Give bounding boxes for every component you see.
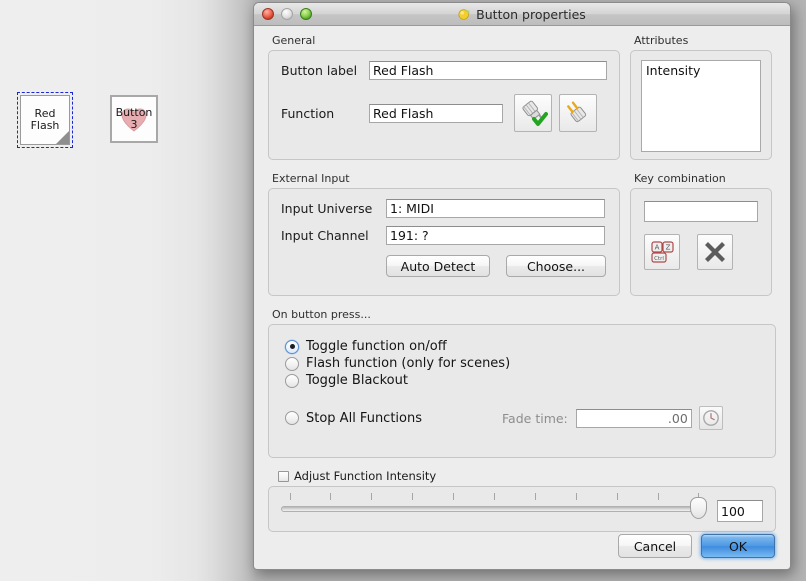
svg-text:Z: Z: [666, 244, 671, 252]
attributes-group-box: Intensity: [630, 50, 772, 160]
function-label: Function: [281, 105, 335, 121]
radio-indicator[interactable]: [285, 356, 299, 371]
slider-ticks: [281, 492, 707, 501]
adjust-intensity-label: Adjust Function Intensity: [294, 469, 437, 483]
slider-tick: [494, 493, 495, 500]
svg-text:A: A: [655, 244, 660, 252]
dialog-titlebar[interactable]: Button properties: [254, 3, 790, 26]
slider-tick: [575, 493, 577, 500]
auto-detect-button[interactable]: Auto Detect: [386, 255, 490, 277]
adjust-intensity-checkbox-row[interactable]: Adjust Function Intensity: [278, 469, 776, 483]
vc-button-red-flash[interactable]: Red Flash: [17, 92, 73, 148]
slider-groove[interactable]: [281, 506, 707, 512]
input-universe-field[interactable]: [386, 199, 605, 218]
radio-label: Flash function (only for scenes): [306, 356, 511, 371]
vc-button-button-3[interactable]: Button 3: [110, 95, 158, 143]
slider-tick: [616, 493, 618, 500]
slider-tick: [453, 493, 455, 500]
clock-icon: [702, 410, 719, 426]
radio-indicator[interactable]: [285, 411, 299, 425]
fade-time-label: Fade time:: [502, 410, 568, 426]
button-label-input[interactable]: [369, 61, 607, 80]
intensity-slider[interactable]: [281, 492, 707, 526]
slider-tick: [412, 493, 414, 500]
window-controls: [262, 8, 312, 20]
svg-text:Ctrl: Ctrl: [654, 256, 664, 262]
slider-tick: [330, 493, 332, 500]
radio-indicator[interactable]: [285, 339, 299, 354]
fade-time-field[interactable]: [575, 408, 692, 428]
key-combination-section: Key combination A Z Ctrl: [630, 172, 772, 296]
keyboard-keys-icon: A Z Ctrl: [651, 241, 674, 263]
choose-button[interactable]: Choose...: [506, 255, 606, 277]
close-button[interactable]: [262, 8, 274, 20]
button-label-label: Button label: [281, 63, 358, 78]
on-button-press-title: On button press...: [272, 308, 371, 321]
detach-function-button[interactable]: [559, 94, 597, 132]
attributes-section: Attributes Intensity: [630, 34, 772, 160]
radio-flash-function[interactable]: Flash function (only for scenes): [285, 356, 759, 371]
radio-toggle-blackout[interactable]: Toggle Blackout: [285, 373, 759, 388]
dialog-button-bar: Cancel OK: [254, 523, 790, 569]
on-button-press-section: On button press... Toggle function on/of…: [268, 308, 776, 458]
slider-tick: [289, 493, 291, 500]
dialog-body: General Button label Function: [254, 26, 790, 532]
dialog-title-wrap: Button properties: [458, 7, 586, 22]
on-button-press-group-box: Toggle function on/off Flash function (o…: [268, 324, 776, 458]
minimize-button[interactable]: [281, 8, 293, 20]
attributes-section-title: Attributes: [634, 34, 689, 47]
slider-handle[interactable]: [690, 497, 707, 519]
radio-indicator[interactable]: [285, 373, 299, 388]
radio-label: Stop All Functions: [306, 410, 423, 426]
attach-function-button[interactable]: [514, 94, 552, 132]
remove-key-button[interactable]: [697, 234, 733, 270]
attributes-list[interactable]: Intensity: [641, 60, 761, 152]
slider-tick: [371, 493, 373, 500]
input-universe-label: Input Universe: [281, 201, 373, 216]
external-input-group-box: Input Universe Input Channel Auto Detect…: [268, 188, 620, 296]
ok-button[interactable]: OK: [701, 534, 775, 558]
cancel-button[interactable]: Cancel: [618, 534, 692, 558]
general-section-title: General: [272, 34, 316, 47]
input-channel-label: Input Channel: [281, 228, 369, 243]
dialog-title: Button properties: [476, 6, 586, 22]
fade-time-clock-button[interactable]: [698, 406, 723, 430]
external-input-section: External Input Input Universe Input Chan…: [268, 172, 620, 296]
radio-label: Toggle function on/off: [306, 339, 447, 354]
general-section: General Button label Function: [268, 34, 620, 160]
slider-tick: [657, 493, 659, 500]
key-combination-section-title: Key combination: [634, 172, 726, 185]
key-combination-group-box: A Z Ctrl: [630, 188, 772, 296]
vc-button-label-line2: 3: [130, 118, 138, 131]
vc-button-fold-corner-icon: [56, 131, 69, 144]
key-combination-input[interactable]: [644, 201, 758, 222]
attach-function-icon: [522, 100, 548, 126]
yellow-button-icon: [458, 8, 470, 20]
external-input-section-title: External Input: [272, 172, 350, 185]
radio-label: Toggle Blackout: [306, 373, 408, 388]
zoom-button[interactable]: [300, 8, 312, 20]
remove-x-icon: [705, 242, 725, 262]
function-input[interactable]: [369, 103, 503, 123]
adjust-intensity-checkbox[interactable]: [278, 470, 289, 482]
attach-key-button[interactable]: A Z Ctrl: [644, 234, 680, 270]
list-item[interactable]: Intensity: [646, 63, 756, 78]
slider-tick: [534, 493, 536, 500]
radio-toggle-function[interactable]: Toggle function on/off: [285, 339, 759, 354]
intensity-value-field[interactable]: [717, 500, 763, 522]
radio-stop-all-functions[interactable]: Stop All Functions: [285, 411, 422, 426]
input-channel-field[interactable]: [386, 226, 605, 245]
button-properties-dialog: Button properties General Button label F…: [253, 2, 791, 570]
detach-function-icon: [567, 101, 587, 123]
general-group-box: Button label Function: [268, 50, 620, 160]
